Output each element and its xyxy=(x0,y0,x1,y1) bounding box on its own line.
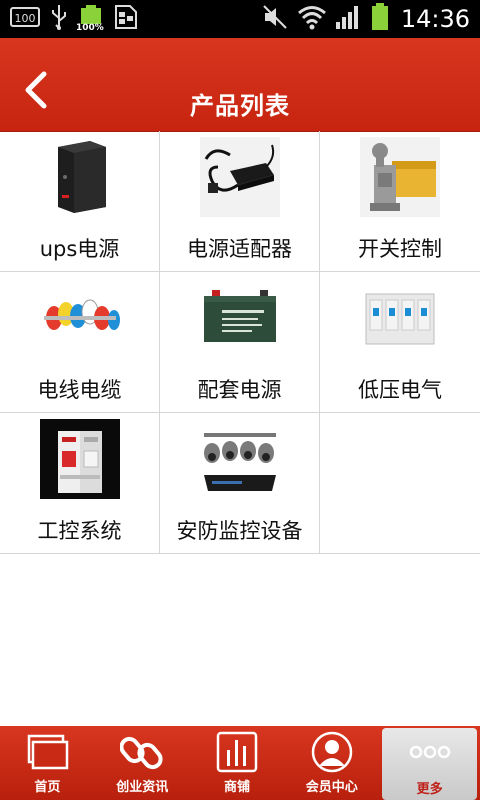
product-item-switch-control[interactable]: 开关控制 xyxy=(320,131,480,271)
product-label: ups电源 xyxy=(39,237,120,261)
status-bar-left: 100 100% xyxy=(10,5,138,33)
page-title: 产品列表 xyxy=(190,92,290,120)
ups-device-icon xyxy=(40,137,120,217)
tab-label: 更多 xyxy=(416,782,443,797)
status-bar-right: 14:36 xyxy=(261,3,470,35)
control-breaker-icon xyxy=(40,419,120,499)
circuit-breaker-icon xyxy=(360,278,440,358)
tab-more[interactable]: 更多 xyxy=(382,728,477,800)
power-adapter-icon xyxy=(200,137,280,217)
product-label: 配套电源 xyxy=(197,378,282,402)
product-label: 电线电缆 xyxy=(37,378,122,402)
battery-pack-icon xyxy=(200,278,280,358)
wire-cable-icon xyxy=(40,278,120,358)
tab-label: 创业资讯 xyxy=(116,780,169,795)
product-label: 工控系统 xyxy=(37,519,122,543)
link-icon xyxy=(120,736,163,770)
product-label: 低压电气 xyxy=(358,378,442,402)
tab-label: 会员中心 xyxy=(305,780,358,795)
more-dots-icon xyxy=(409,745,450,759)
tab-home[interactable]: 首页 xyxy=(0,726,95,800)
product-item-battery[interactable]: 配套电源 xyxy=(160,272,320,412)
product-item-wire-cable[interactable]: 电线电缆 xyxy=(0,272,160,412)
product-item-industrial-control[interactable]: 工控系统 xyxy=(0,413,160,553)
sd-card-icon: 100 xyxy=(10,7,40,31)
empty-cell xyxy=(320,413,480,553)
status-time: 14:36 xyxy=(400,5,470,33)
tab-label: 商铺 xyxy=(223,780,250,795)
limit-switch-icon xyxy=(360,137,440,217)
tab-news[interactable]: 创业资讯 xyxy=(95,726,190,800)
app-header: 产品列表 xyxy=(0,38,480,132)
product-grid: ups电源 电源适配器 开关控制 电线电缆 配套电源 低压电气 工控系统 安防监… xyxy=(0,131,480,554)
tab-member[interactable]: 会员中心 xyxy=(284,726,379,800)
grid-row: 工控系统 安防监控设备 xyxy=(0,413,480,554)
wifi-icon xyxy=(297,4,327,34)
signal-icon xyxy=(335,4,363,34)
home-pages-icon xyxy=(28,734,69,770)
mute-icon xyxy=(261,3,289,35)
shop-chart-icon xyxy=(216,731,258,773)
product-label: 电源适配器 xyxy=(187,237,292,261)
product-item-security[interactable]: 安防监控设备 xyxy=(160,413,320,553)
grid-row: ups电源 电源适配器 开关控制 xyxy=(0,131,480,272)
battery-status-icon xyxy=(371,3,389,35)
keyboard-icon xyxy=(114,4,138,34)
product-label: 开关控制 xyxy=(358,237,442,261)
security-camera-icon xyxy=(200,419,280,499)
usb-icon xyxy=(50,4,68,34)
battery-full-icon: 100% xyxy=(76,5,104,33)
product-item-ups[interactable]: ups电源 xyxy=(0,131,160,271)
bottom-tab-bar: 首页 创业资讯 商铺 会员中心 更多 xyxy=(0,726,480,800)
battery-percent-text: 100% xyxy=(76,23,104,33)
member-avatar-icon xyxy=(311,731,353,773)
product-item-power-adapter[interactable]: 电源适配器 xyxy=(160,131,320,271)
status-bar: 100 100% 14:36 xyxy=(0,0,480,38)
tab-shop[interactable]: 商铺 xyxy=(190,726,285,800)
grid-row: 电线电缆 配套电源 低压电气 xyxy=(0,272,480,413)
tab-label: 首页 xyxy=(34,780,61,795)
product-label: 安防监控设备 xyxy=(176,519,303,543)
product-item-low-voltage[interactable]: 低压电气 xyxy=(320,272,480,412)
sd-card-text: 100 xyxy=(15,12,36,25)
